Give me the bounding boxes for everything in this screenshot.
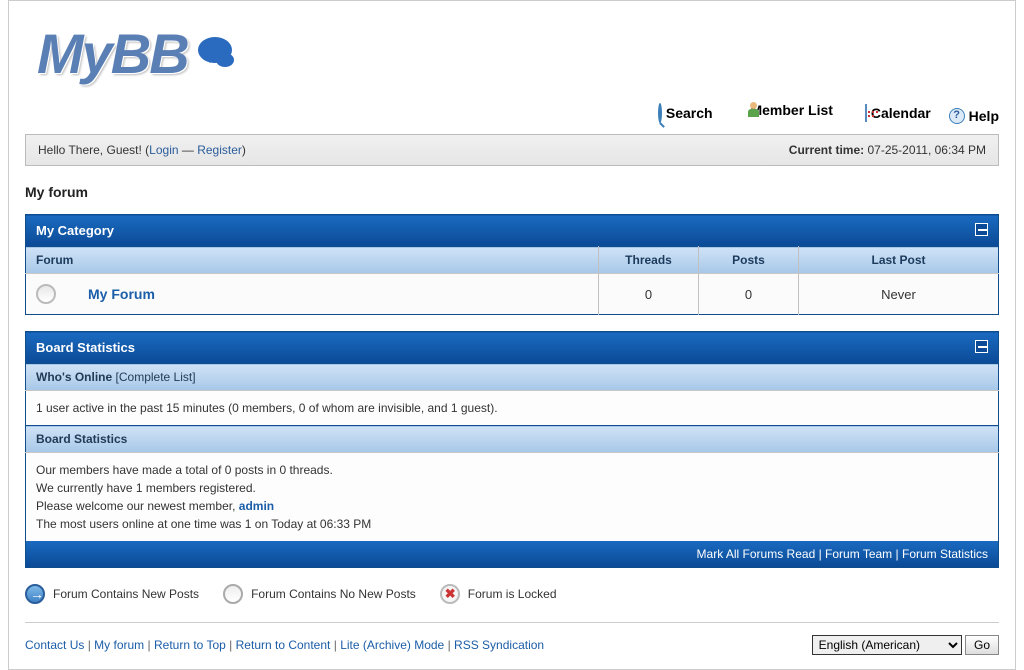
memberlist-label: Member List (750, 102, 832, 118)
welcome-bar: Hello There, Guest! (Login — Register) C… (25, 134, 999, 166)
legend-new: Forum Contains New Posts (53, 587, 199, 601)
threads-count: 0 (599, 274, 699, 315)
greeting-text: Hello There, Guest! ( (38, 143, 149, 157)
calendar-icon (851, 105, 867, 121)
board-stats-body: Our members have made a total of 0 posts… (26, 453, 999, 542)
current-time-value: 07-25-2011, 06:34 PM (864, 143, 986, 157)
col-posts: Posts (699, 247, 799, 274)
locked-icon (440, 584, 460, 604)
collapse-icon[interactable] (975, 340, 988, 353)
newest-member-link[interactable]: admin (239, 499, 274, 513)
calendar-label: Calendar (871, 105, 931, 121)
forum-status-icon (36, 284, 56, 304)
return-top-link[interactable]: Return to Top (154, 638, 226, 652)
go-button[interactable]: Go (965, 635, 999, 655)
register-link[interactable]: Register (197, 143, 242, 157)
online-text: 1 user active in the past 15 minutes (0 … (26, 391, 999, 426)
forum-team-link[interactable]: Forum Team (825, 547, 892, 561)
person-icon (730, 102, 746, 118)
current-time-label: Current time: (789, 143, 864, 157)
search-link[interactable]: Search (646, 105, 713, 121)
category-title[interactable]: My Category (36, 223, 114, 238)
return-content-link[interactable]: Return to Content (236, 638, 331, 652)
category-table: My Category Forum Threads Posts Last Pos… (25, 214, 999, 315)
memberlist-link[interactable]: Member List (730, 102, 832, 118)
no-new-posts-icon (223, 584, 243, 604)
collapse-icon[interactable] (975, 223, 988, 236)
stats-table: Board Statistics Who's Online [Complete … (25, 331, 999, 568)
help-link[interactable]: ? Help (949, 108, 999, 124)
search-label: Search (666, 105, 713, 121)
col-forum: Forum (26, 247, 599, 274)
legend: Forum Contains New Posts Forum Contains … (25, 584, 999, 604)
bottom-links: Contact Us | My forum | Return to Top | … (25, 638, 544, 652)
legend-nonew: Forum Contains No New Posts (251, 587, 416, 601)
language-select[interactable]: English (American) (812, 635, 962, 655)
help-label: Help (969, 108, 999, 124)
speech-bubble-icon (192, 35, 236, 73)
forum-statistics-link[interactable]: Forum Statistics (902, 547, 988, 561)
stats-title: Board Statistics (36, 340, 135, 355)
forum-link[interactable]: My Forum (88, 286, 155, 302)
mark-read-link[interactable]: Mark All Forums Read (697, 547, 816, 561)
help-icon: ? (949, 108, 965, 124)
logo[interactable]: MyBB (37, 21, 995, 86)
home-link[interactable]: My forum (94, 638, 144, 652)
lite-mode-link[interactable]: Lite (Archive) Mode (340, 638, 444, 652)
table-row: My Forum 0 0 Never (26, 274, 999, 315)
legend-locked: Forum is Locked (468, 587, 557, 601)
login-link[interactable]: Login (149, 143, 178, 157)
whos-online-label: Who's Online (36, 370, 112, 384)
posts-count: 0 (699, 274, 799, 315)
lastpost-value: Never (799, 274, 999, 315)
board-stats-subtitle: Board Statistics (26, 426, 999, 453)
search-icon (646, 105, 662, 121)
col-threads: Threads (599, 247, 699, 274)
contact-link[interactable]: Contact Us (25, 638, 84, 652)
rss-link[interactable]: RSS Syndication (454, 638, 544, 652)
complete-list-link[interactable]: [Complete List] (116, 370, 196, 384)
new-posts-icon (25, 584, 45, 604)
logo-text: MyBB (37, 21, 188, 86)
calendar-link[interactable]: Calendar (851, 105, 931, 121)
breadcrumb[interactable]: My forum (25, 184, 999, 200)
col-lastpost: Last Post (799, 247, 999, 274)
